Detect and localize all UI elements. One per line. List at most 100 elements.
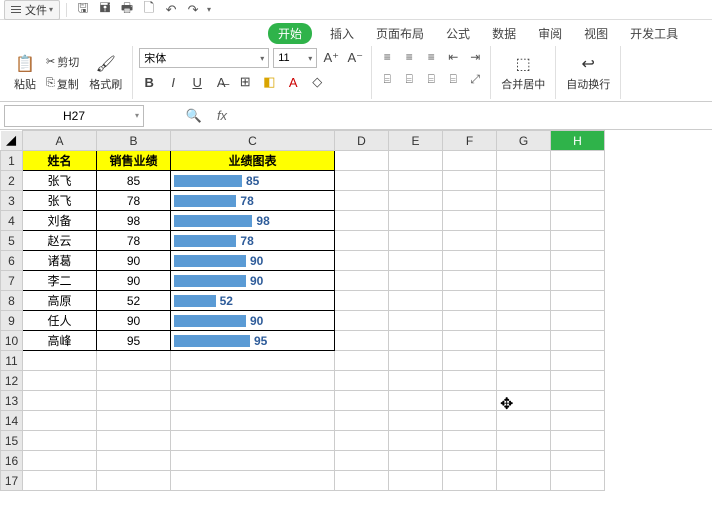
cell-G11[interactable] xyxy=(497,351,551,371)
cell-B16[interactable] xyxy=(97,451,171,471)
cell-E1[interactable] xyxy=(389,151,443,171)
cell-A4[interactable]: 刘备 xyxy=(23,211,97,231)
tab-review[interactable]: 审阅 xyxy=(534,23,566,44)
merge-center-button[interactable]: ⬚ 合并居中 xyxy=(497,52,549,94)
col-header-F[interactable]: F xyxy=(443,131,497,151)
cell-A17[interactable] xyxy=(23,471,97,491)
cell-G6[interactable] xyxy=(497,251,551,271)
cell-D16[interactable] xyxy=(335,451,389,471)
tab-data[interactable]: 数据 xyxy=(488,23,520,44)
indent-decrease-icon[interactable]: ⇤ xyxy=(444,48,462,66)
cell-F15[interactable] xyxy=(443,431,497,451)
col-header-H[interactable]: H xyxy=(551,131,605,151)
increase-font-icon[interactable]: A⁺ xyxy=(321,48,341,68)
cell-A12[interactable] xyxy=(23,371,97,391)
cell-G9[interactable] xyxy=(497,311,551,331)
row-header-1[interactable]: 1 xyxy=(1,151,23,171)
cell-E15[interactable] xyxy=(389,431,443,451)
cell-F12[interactable] xyxy=(443,371,497,391)
row-header-16[interactable]: 16 xyxy=(1,451,23,471)
cell-A11[interactable] xyxy=(23,351,97,371)
cell-B6[interactable]: 90 xyxy=(97,251,171,271)
cell-H15[interactable] xyxy=(551,431,605,451)
cell-A3[interactable]: 张飞 xyxy=(23,191,97,211)
cell-A8[interactable]: 高原 xyxy=(23,291,97,311)
cell-A5[interactable]: 赵云 xyxy=(23,231,97,251)
row-header-5[interactable]: 5 xyxy=(1,231,23,251)
cell-C2[interactable]: 85 xyxy=(171,171,335,191)
cell-A2[interactable]: 张飞 xyxy=(23,171,97,191)
cell-D3[interactable] xyxy=(335,191,389,211)
cell-G17[interactable] xyxy=(497,471,551,491)
cell-B10[interactable]: 95 xyxy=(97,331,171,351)
cell-H16[interactable] xyxy=(551,451,605,471)
row-header-6[interactable]: 6 xyxy=(1,251,23,271)
cell-H9[interactable] xyxy=(551,311,605,331)
cell-E6[interactable] xyxy=(389,251,443,271)
cell-E14[interactable] xyxy=(389,411,443,431)
cell-F17[interactable] xyxy=(443,471,497,491)
cell-F11[interactable] xyxy=(443,351,497,371)
cell-D15[interactable] xyxy=(335,431,389,451)
cell-B13[interactable] xyxy=(97,391,171,411)
cell-C3[interactable]: 78 xyxy=(171,191,335,211)
cell-F8[interactable] xyxy=(443,291,497,311)
cell-C5[interactable]: 78 xyxy=(171,231,335,251)
cell-E13[interactable] xyxy=(389,391,443,411)
cell-E4[interactable] xyxy=(389,211,443,231)
cell-H3[interactable] xyxy=(551,191,605,211)
cell-G1[interactable] xyxy=(497,151,551,171)
cell-C6[interactable]: 90 xyxy=(171,251,335,271)
cell-H8[interactable] xyxy=(551,291,605,311)
cell-G7[interactable] xyxy=(497,271,551,291)
cell-B12[interactable] xyxy=(97,371,171,391)
row-header-14[interactable]: 14 xyxy=(1,411,23,431)
cell-G8[interactable] xyxy=(497,291,551,311)
align-left-icon[interactable]: ⌸ xyxy=(378,70,396,88)
col-header-A[interactable]: A xyxy=(23,131,97,151)
select-all-corner[interactable]: ◢ xyxy=(1,131,23,151)
cell-E8[interactable] xyxy=(389,291,443,311)
cell-F13[interactable] xyxy=(443,391,497,411)
col-header-C[interactable]: C xyxy=(171,131,335,151)
cell-H11[interactable] xyxy=(551,351,605,371)
row-header-4[interactable]: 4 xyxy=(1,211,23,231)
cell-C7[interactable]: 90 xyxy=(171,271,335,291)
row-header-8[interactable]: 8 xyxy=(1,291,23,311)
cell-A13[interactable] xyxy=(23,391,97,411)
cell-D6[interactable] xyxy=(335,251,389,271)
justify-icon[interactable]: ⌸ xyxy=(444,70,462,88)
cell-H6[interactable] xyxy=(551,251,605,271)
cell-B11[interactable] xyxy=(97,351,171,371)
cell-C12[interactable] xyxy=(171,371,335,391)
italic-button[interactable]: I xyxy=(163,72,183,92)
cell-D17[interactable] xyxy=(335,471,389,491)
cell-G10[interactable] xyxy=(497,331,551,351)
tab-layout[interactable]: 页面布局 xyxy=(372,23,428,44)
orientation-icon[interactable]: ⤢ xyxy=(466,70,484,88)
cell-C4[interactable]: 98 xyxy=(171,211,335,231)
font-name-select[interactable]: 宋体▾ xyxy=(139,48,269,68)
cell-E9[interactable] xyxy=(389,311,443,331)
cell-C13[interactable] xyxy=(171,391,335,411)
cell-E11[interactable] xyxy=(389,351,443,371)
row-header-15[interactable]: 15 xyxy=(1,431,23,451)
cell-D2[interactable] xyxy=(335,171,389,191)
row-header-9[interactable]: 9 xyxy=(1,311,23,331)
row-header-17[interactable]: 17 xyxy=(1,471,23,491)
border-button[interactable]: ⊞ xyxy=(235,72,255,92)
cell-B7[interactable]: 90 xyxy=(97,271,171,291)
col-header-B[interactable]: B xyxy=(97,131,171,151)
decrease-font-icon[interactable]: A⁻ xyxy=(345,48,365,68)
cell-H17[interactable] xyxy=(551,471,605,491)
cell-H5[interactable] xyxy=(551,231,605,251)
cell-A9[interactable]: 任人 xyxy=(23,311,97,331)
row-header-7[interactable]: 7 xyxy=(1,271,23,291)
spreadsheet-grid[interactable]: ◢ABCDEFGH1姓名销售业绩业绩图表2张飞85853张飞78784刘备989… xyxy=(0,130,712,520)
cell-A14[interactable] xyxy=(23,411,97,431)
copy-button[interactable]: ⎘复制 xyxy=(44,75,81,93)
cell-H12[interactable] xyxy=(551,371,605,391)
tab-insert[interactable]: 插入 xyxy=(326,23,358,44)
cell-B15[interactable] xyxy=(97,431,171,451)
col-header-E[interactable]: E xyxy=(389,131,443,151)
